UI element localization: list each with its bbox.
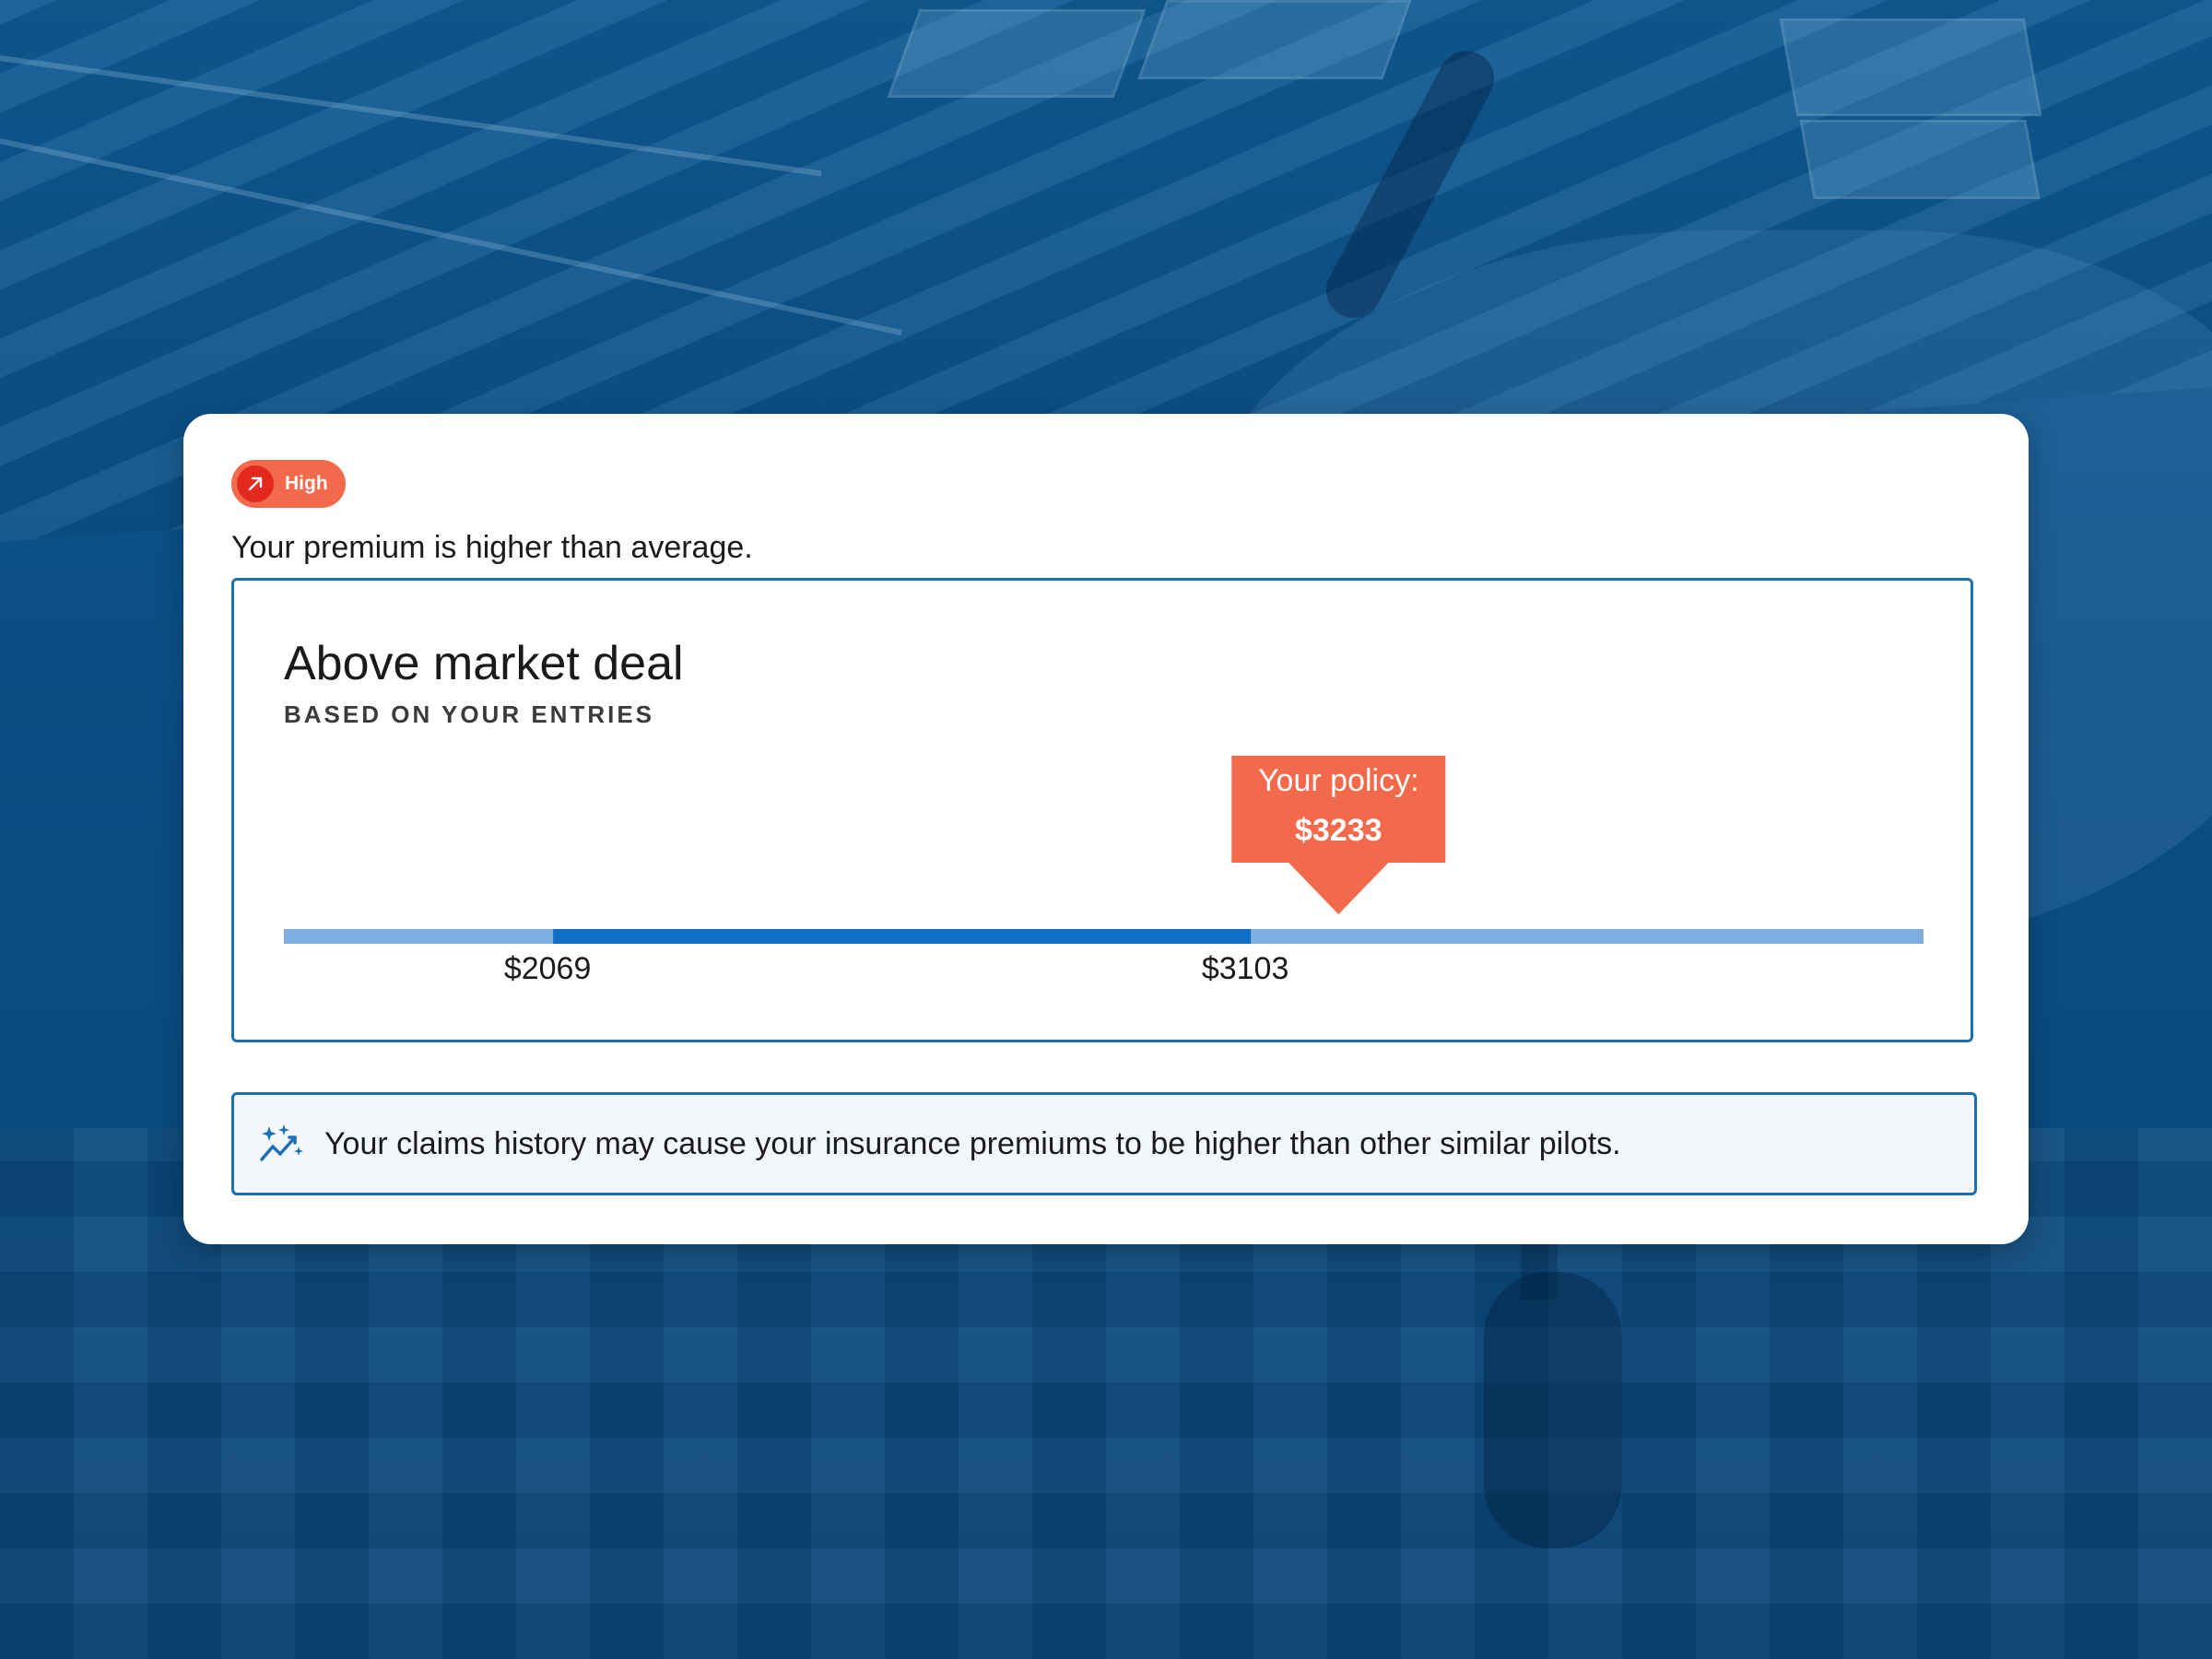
- range-high-label: $3103: [1202, 951, 1289, 986]
- status-badge-label: High: [285, 473, 328, 494]
- range-chart-svg: Your policy: $3233 $2069 $3103: [284, 756, 1924, 986]
- hangar-window: [1779, 18, 2042, 116]
- premium-summary-text: Your premium is higher than average.: [231, 530, 753, 565]
- claims-history-note: Your claims history may cause your insur…: [231, 1092, 1977, 1195]
- sparkle-trend-icon: [260, 1124, 303, 1161]
- hangar-window: [1137, 0, 1412, 79]
- policy-marker-label: Your policy:: [1258, 763, 1419, 798]
- claims-history-text: Your claims history may cause your insur…: [324, 1125, 1621, 1161]
- aircraft-wheel: [1484, 1272, 1622, 1548]
- hangar-window: [1799, 120, 2041, 199]
- arrow-up-right-icon: [237, 465, 274, 502]
- average-range-bar: [553, 929, 1252, 944]
- range-low-label: $2069: [504, 951, 592, 986]
- status-badge: High: [231, 460, 346, 508]
- hangar-window: [887, 9, 1147, 98]
- premium-comparison-card: High Your premium is higher than average…: [183, 414, 2029, 1244]
- policy-marker-pointer: [1287, 861, 1391, 914]
- market-comparison-chart: Above market deal BASED ON YOUR ENTRIES …: [231, 578, 1973, 1042]
- policy-marker-value: $3233: [1295, 813, 1382, 848]
